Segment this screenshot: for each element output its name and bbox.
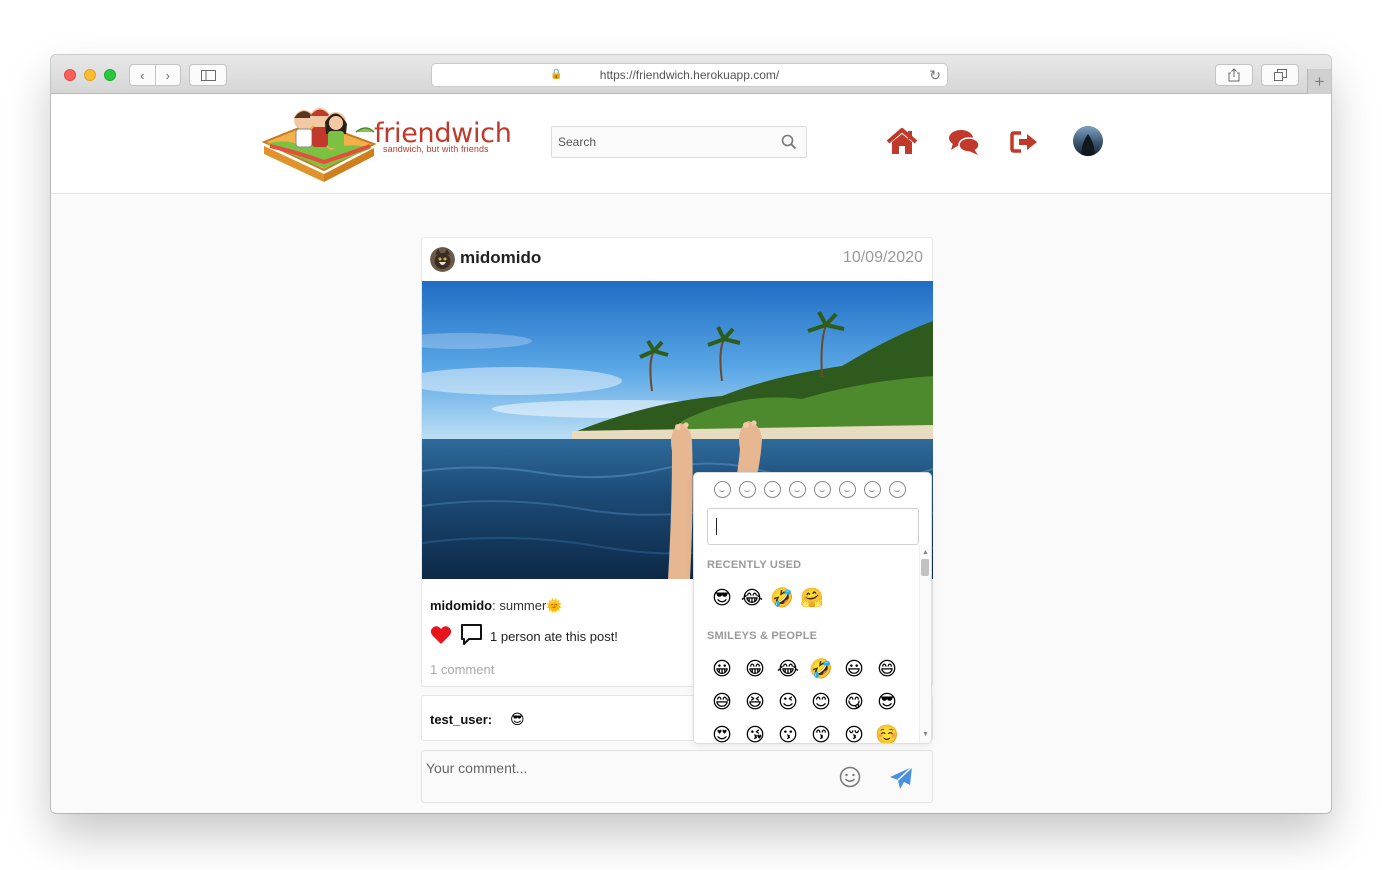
send-icon[interactable] [888,765,914,791]
activity-category-icon[interactable] [814,481,831,498]
text-caret [716,518,717,535]
post-caption: midomido: summer🌞 [430,598,562,614]
history-nav: ‹ › [129,64,181,86]
post-username[interactable]: midomido [460,248,541,268]
profile-avatar-icon [1073,126,1103,156]
brand-tagline: sandwich, but with friends [383,144,489,154]
tab-overview-button[interactable] [1261,64,1299,86]
new-tab-button[interactable]: + [1307,69,1331,94]
browser-window: ‹ › 🔒 https://friendwich.herokuapp.com/ … [51,55,1331,813]
emoji-button[interactable]: 😍 [710,723,734,743]
chat-icon[interactable] [948,127,980,157]
emoji-button[interactable]: 🤣 [770,586,794,610]
cat-avatar-icon [430,247,455,272]
emoji-button[interactable]: 😅 [710,690,734,714]
scroll-up-icon[interactable]: ▲ [922,549,929,556]
address-url: https://friendwich.herokuapp.com/ [599,68,780,82]
page-content: friendwich sandwich, but with friends Se… [51,94,1331,813]
search-icon[interactable] [781,134,797,150]
comment-composer [421,750,933,803]
emoji-button[interactable]: 🤗 [800,586,824,610]
comment-text: 😎 [510,711,525,727]
scroll-down-icon[interactable]: ▼ [922,731,929,738]
smileys-category-icon[interactable] [739,481,756,498]
caption-username[interactable]: midomido [430,598,492,613]
emoji-button[interactable]: 🤣 [809,657,833,681]
tabs-icon [1273,69,1287,81]
emoji-button[interactable]: 😎 [875,690,899,714]
lock-icon: 🔒 [550,69,563,80]
address-bar[interactable]: 🔒 https://friendwich.herokuapp.com/ ↻ [431,63,948,87]
emoji-button[interactable]: ☺️ [875,723,899,743]
smiley-icon[interactable] [839,766,861,788]
post-user-avatar[interactable] [430,247,455,272]
emoji-search-input[interactable] [707,508,919,545]
sidebar-toggle-button[interactable] [189,64,227,86]
animals-category-icon[interactable] [764,481,781,498]
post-header: midomido 10/09/2020 [422,238,932,281]
symbols-category-icon[interactable] [864,481,881,498]
food-category-icon[interactable] [789,481,806,498]
emoji-button[interactable]: 😎 [710,586,734,610]
emoji-button[interactable]: 😚 [842,723,866,743]
comment-count[interactable]: 1 comment [430,662,494,677]
emoji-picker: RECENTLY USED SMILEYS & PEOPLE ▲ ▼ 😎 😂 🤣 🤗 😀… [693,472,932,744]
profile-avatar[interactable] [1073,126,1103,156]
emoji-button[interactable]: 😉 [776,690,800,714]
emoji-button[interactable]: 😀 [710,657,734,681]
recently-used-label: RECENTLY USED [707,559,802,571]
browser-titlebar: ‹ › 🔒 https://friendwich.herokuapp.com/ … [51,55,1331,94]
logout-icon[interactable] [1009,127,1041,157]
share-icon [1228,68,1240,82]
emoji-category-bar [714,481,924,501]
emoji-button[interactable]: 😁 [743,657,767,681]
objects-category-icon[interactable] [839,481,856,498]
comment-bubble-icon[interactable] [460,623,483,646]
flags-category-icon[interactable] [889,481,906,498]
emoji-button[interactable]: 😄 [875,657,899,681]
heart-icon[interactable] [430,625,452,645]
caption-text: : summer🌞 [492,598,563,613]
post-date: 10/09/2020 [842,249,923,266]
emoji-button[interactable]: 😋 [842,690,866,714]
likes-text: 1 person ate this post! [490,629,618,644]
site-header: friendwich sandwich, but with friends [51,94,1331,194]
close-window-button[interactable] [64,69,76,81]
emoji-button[interactable]: 😗 [776,723,800,743]
forward-icon[interactable]: › [154,65,181,85]
home-icon[interactable] [886,127,918,157]
emoji-button[interactable]: 😆 [743,690,767,714]
emoji-button[interactable]: 😘 [743,723,767,743]
share-button[interactable] [1215,64,1253,86]
minimize-window-button[interactable] [84,69,96,81]
sidebar-icon [200,69,216,81]
search-input[interactable] [551,126,807,158]
emoji-button[interactable]: 😊 [809,690,833,714]
comment-input[interactable] [422,751,822,802]
comment-username[interactable]: test_user: [430,712,492,727]
zoom-window-button[interactable] [104,69,116,81]
recent-category-icon[interactable] [714,481,731,498]
reload-icon[interactable]: ↻ [929,67,941,84]
emoji-scroll-thumb[interactable] [921,559,929,576]
smileys-label: SMILEYS & PEOPLE [707,630,818,642]
emoji-button[interactable]: 😙 [809,723,833,743]
emoji-button[interactable]: 😂 [740,586,764,610]
emoji-button[interactable]: 😃 [842,657,866,681]
back-icon[interactable]: ‹ [130,65,155,85]
emoji-button[interactable]: 😂 [776,657,800,681]
